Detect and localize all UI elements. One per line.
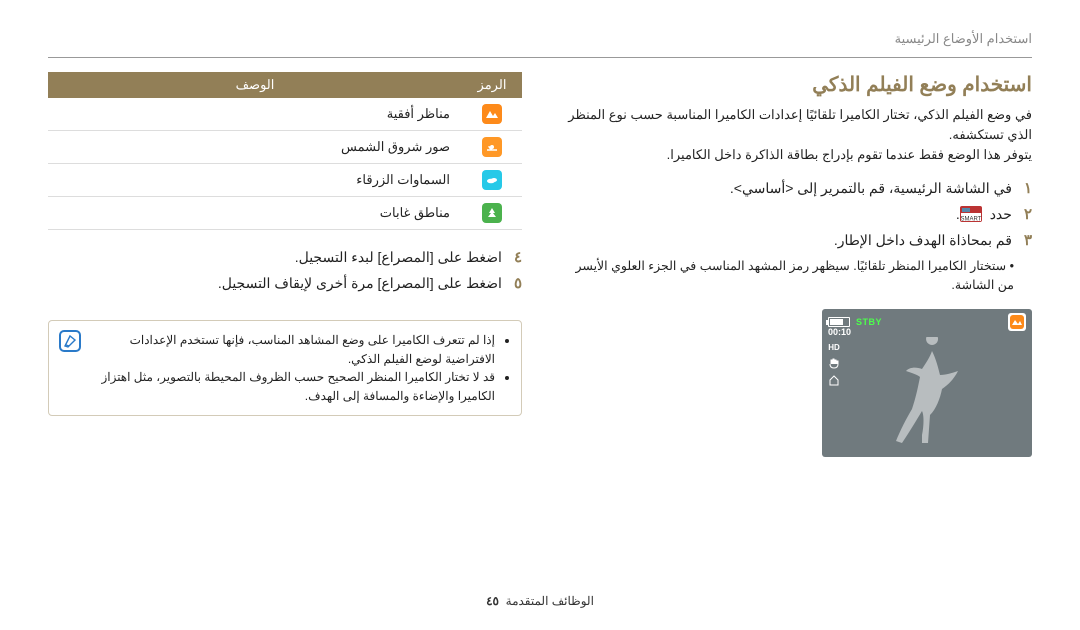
note-item: إذا لم تتعرف الكاميرا على وضع المشاهد ال… [93,331,495,368]
smart-movie-icon: SMART [960,206,982,222]
dancer-silhouette [882,337,972,447]
note-icon [59,330,81,352]
intro-1: في وضع الفيلم الذكي، تختار الكاميرا تلقا… [558,105,1032,145]
step-1: ١ في الشاشة الرئيسية، قم بالتمرير إلى <أ… [558,179,1032,197]
status-text: STBY [856,317,882,327]
home-icon [828,374,840,386]
page-number: ٤٥ [486,594,499,608]
camera-preview: STBY 00:10 HD [822,309,1032,457]
preview-side-icons: HD [828,343,840,386]
step-text: اضغط على [المصراع] مرة أخرى لإيقاف التسج… [48,275,502,292]
hd-icon: HD [828,343,840,352]
step-3: ٣ قم بمحاذاة الهدف داخل الإطار. [558,231,1032,249]
page-header: استخدام الأوضاع الرئيسية [48,30,1032,58]
landscape-mode-icon [1008,313,1026,331]
step-text-label: حدد [990,206,1012,222]
step-number: ٥ [514,274,522,292]
step-5: ٥ اضغط على [المصراع] مرة أخرى لإيقاف الت… [48,274,522,292]
intro-2: يتوفر هذا الوضع فقط عندما تقوم بإدراج بط… [558,145,1032,165]
step-text: قم بمحاذاة الهدف داخل الإطار. [558,232,1012,249]
mode-table: الرمز الوصف مناظر أفقية صور شروق الشمس ا… [48,72,522,230]
left-column: الرمز الوصف مناظر أفقية صور شروق الشمس ا… [48,72,522,457]
footer-section: الوظائف المتقدمة [506,594,594,608]
svg-text:SMART: SMART [960,217,981,223]
step-4: ٤ اضغط على [المصراع] لبدء التسجيل. [48,248,522,266]
table-row: مناطق غابات [48,197,522,230]
step-3-bullet: ستختار الكاميرا المنظر تلقائيًا. سيظهر ر… [558,257,1014,295]
step-text: في الشاشة الرئيسية، قم بالتمرير إلى <أسا… [558,180,1012,197]
row-desc: مناظر أفقية [48,98,462,131]
step-number: ٢ [1024,205,1032,223]
steps-list-left: ٤ اضغط على [المصراع] لبدء التسجيل. ٥ اضغ… [48,248,522,292]
step-number: ٣ [1024,231,1032,249]
row-desc: صور شروق الشمس [48,131,462,164]
bluesky-icon [482,170,502,190]
step-number: ٤ [514,248,522,266]
row-desc: السماوات الزرقاء [48,164,462,197]
right-column: استخدام وضع الفيلم الذكي في وضع الفيلم ا… [558,72,1032,457]
page-footer: الوظائف المتقدمة ٤٥ [0,594,1080,608]
rec-time: 00:10 [828,327,851,337]
step-text: حدد SMART . [558,206,1012,223]
forest-icon [482,203,502,223]
breadcrumb: استخدام الأوضاع الرئيسية [895,31,1032,46]
step-number: ١ [1024,179,1032,197]
step-text: اضغط على [المصراع] لبدء التسجيل. [48,249,502,266]
note-box: إذا لم تتعرف الكاميرا على وضع المشاهد ال… [48,320,522,416]
row-desc: مناطق غابات [48,197,462,230]
table-row: صور شروق الشمس [48,131,522,164]
table-row: مناظر أفقية [48,98,522,131]
landscape-icon [482,104,502,124]
sunrise-icon [482,137,502,157]
steps-list: ١ في الشاشة الرئيسية، قم بالتمرير إلى <أ… [558,179,1032,295]
step-2: ٢ حدد SMART . [558,205,1032,223]
table-row: السماوات الزرقاء [48,164,522,197]
th-desc: الوصف [48,72,462,98]
th-icon: الرمز [462,72,522,98]
note-item: قد لا تختار الكاميرا المنظر الصحيح حسب ا… [93,368,495,405]
battery-icon [828,317,850,327]
section-title: استخدام وضع الفيلم الذكي [558,72,1032,97]
hand-icon [828,357,840,369]
